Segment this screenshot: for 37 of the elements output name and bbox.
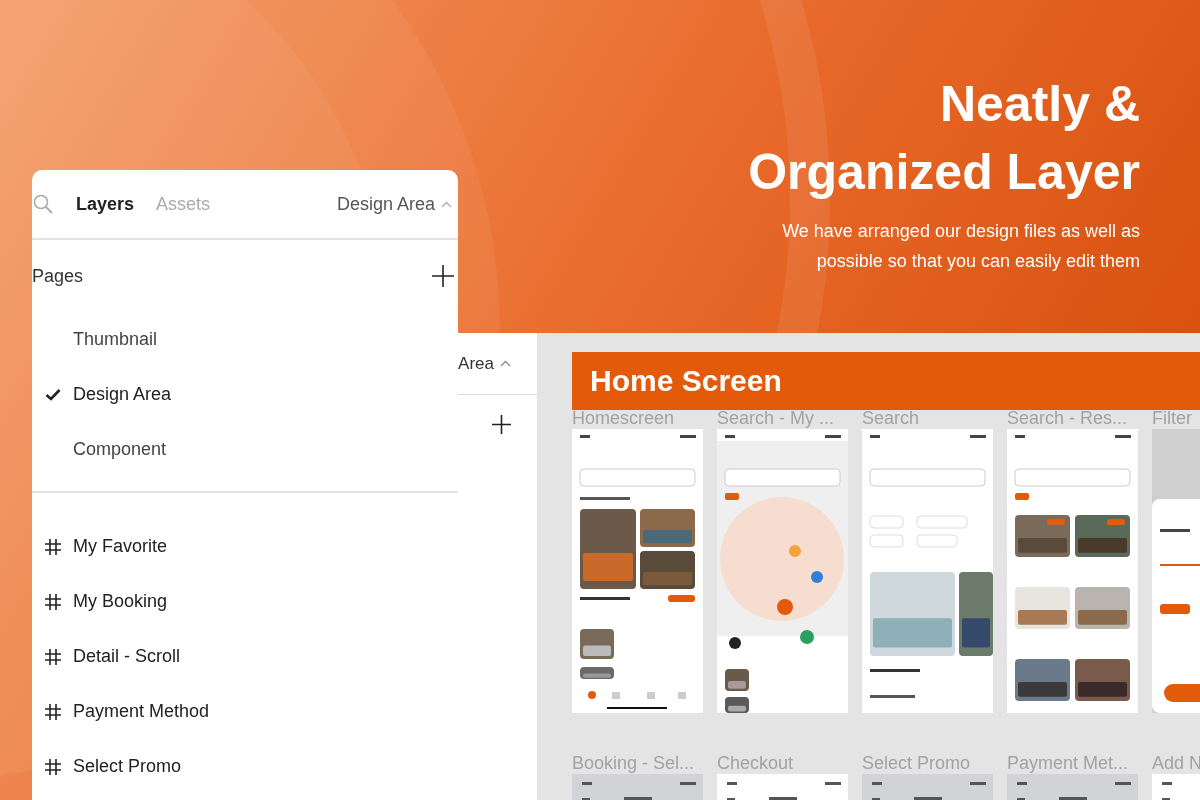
frame-label: Booking - Sel...	[572, 752, 696, 774]
panel-tab[interactable]: Layers	[76, 190, 135, 218]
frame-label: Search	[862, 407, 921, 429]
page-item[interactable]: Design Area	[73, 381, 172, 408]
frame-icon	[43, 592, 62, 611]
frame-label: Payment Met...	[1007, 752, 1130, 774]
frame-label: Filter	[1152, 407, 1193, 429]
frame-label: Homescreen	[572, 407, 676, 429]
section-heading: Pages	[32, 264, 84, 288]
frame-label: Checkout	[717, 752, 795, 774]
headline: Organized Layer	[748, 143, 1140, 202]
section-banner: Home Screen	[572, 352, 1200, 410]
frame-icon	[43, 757, 62, 776]
page-menu[interactable]: Area	[458, 350, 494, 377]
frame-icon	[43, 647, 62, 666]
caret-icon	[441, 200, 452, 208]
layer-item[interactable]: My Favorite	[73, 533, 168, 560]
layer-item[interactable]: Payment Method	[73, 698, 210, 725]
frame-label: Search - Res...	[1007, 407, 1129, 429]
add-icon	[492, 415, 511, 434]
frame-label: Add N	[1152, 752, 1200, 774]
frame-icon	[43, 537, 62, 556]
frame-label: Search - My ...	[717, 407, 836, 429]
layer-item[interactable]: Select Promo	[73, 753, 182, 780]
page-item[interactable]: Component	[73, 436, 167, 463]
search-icon	[32, 193, 54, 215]
subtitle-line: possible so that you can easily edit them	[815, 250, 1140, 273]
headline: Neatly &	[938, 75, 1140, 134]
layer-item[interactable]: My Booking	[73, 588, 168, 615]
frame-icon	[43, 702, 62, 721]
caret-icon	[500, 360, 511, 367]
page-item[interactable]: Thumbnail	[73, 326, 158, 353]
layer-item[interactable]: Detail - Scroll	[73, 643, 181, 670]
frame-label: Select Promo	[862, 752, 972, 774]
add-icon	[432, 265, 454, 287]
page-menu[interactable]: Design Area	[336, 190, 452, 218]
subtitle-line: We have arranged our design files as well as	[781, 220, 1140, 243]
